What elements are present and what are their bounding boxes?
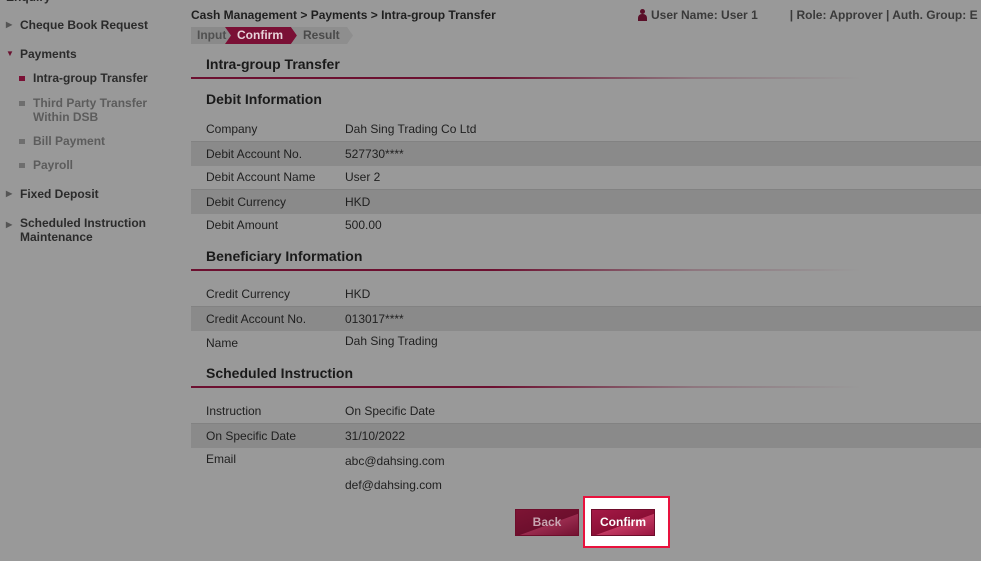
sidebar-nav: Enquiry ▶ Cheque Book Request ▼ Payments… — [0, 0, 185, 561]
table-row: Name Dah Sing Trading — [191, 330, 981, 354]
field-label: Debit Account No. — [206, 147, 303, 161]
section-divider — [191, 77, 861, 79]
user-icon — [637, 9, 648, 21]
field-value: Dah Sing Trading — [345, 334, 438, 348]
field-label: Debit Amount — [206, 218, 279, 232]
sidebar-item-payroll[interactable]: Payroll — [19, 158, 73, 172]
section-title-debit: Debit Information — [206, 91, 322, 107]
field-value: 31/10/2022 — [345, 429, 406, 443]
table-row: Instruction On Specific Date — [191, 399, 981, 423]
sidebar-item-intra-group-transfer[interactable]: Intra-group Transfer — [19, 71, 148, 85]
sidebar-item-label: Bill Payment — [33, 134, 106, 148]
table-row: Debit Currency HKD — [191, 189, 981, 214]
step-confirm: Confirm — [225, 27, 297, 44]
table-row: Credit Currency HKD — [191, 282, 981, 306]
page-title: Intra-group Transfer — [206, 56, 340, 72]
sidebar-item-label: Payments — [20, 47, 77, 61]
section-title-beneficiary: Beneficiary Information — [206, 248, 363, 264]
field-value: Dah Sing Trading Co Ltd — [345, 122, 477, 136]
back-button[interactable]: Back — [515, 509, 579, 536]
confirm-button[interactable]: Confirm — [591, 509, 655, 536]
table-row: Debit Account No. 527730**** — [191, 141, 981, 166]
field-label: Debit Account Name — [206, 170, 316, 184]
chevron-right-icon: ▶ — [6, 20, 13, 29]
field-value: User 2 — [345, 170, 381, 184]
user-info: User Name: User 1 | Role: Approver | Aut… — [637, 8, 978, 22]
label-line-2: Within DSB — [33, 110, 99, 124]
field-value: 527730**** — [345, 147, 404, 161]
sidebar-item-fixed-deposit[interactable]: ▶ Fixed Deposit — [6, 187, 99, 201]
field-label: Credit Currency — [206, 287, 291, 301]
bullet-icon — [19, 101, 25, 106]
field-label: Company — [206, 122, 258, 136]
sidebar-item-label: Fixed Deposit — [20, 187, 99, 201]
field-value: abc@dahsing.com — [345, 454, 445, 468]
bullet-icon — [19, 139, 25, 144]
field-label: Instruction — [206, 404, 262, 418]
sidebar-item-label: Third Party Transfer Within DSB — [33, 96, 147, 124]
sidebar-item-enquiry[interactable]: Enquiry — [6, 0, 51, 4]
sidebar-item-cheque-book-request[interactable]: ▶ Cheque Book Request — [6, 18, 148, 32]
step-input: Input — [191, 27, 231, 44]
field-label: Email — [206, 452, 237, 466]
sidebar-item-bill-payment[interactable]: Bill Payment — [19, 134, 105, 148]
bullet-icon — [19, 163, 25, 168]
sidebar-item-label: Payroll — [33, 158, 74, 172]
sidebar-item-payments[interactable]: ▼ Payments — [6, 47, 77, 61]
section-title-scheduled: Scheduled Instruction — [206, 365, 354, 381]
table-row: Debit Amount 500.00 — [191, 213, 981, 237]
label-line-2: Maintenance — [20, 230, 93, 244]
field-value: def@dahsing.com — [345, 478, 442, 492]
chevron-right-icon: ▶ — [6, 220, 13, 229]
field-label: Name — [206, 336, 239, 350]
field-value: 013017**** — [345, 312, 404, 326]
table-row: def@dahsing.com — [191, 471, 981, 495]
sidebar-item-label: Intra-group Transfer — [33, 71, 148, 85]
table-row: Credit Account No. 013017**** — [191, 306, 981, 331]
field-value: On Specific Date — [345, 404, 436, 418]
bullet-icon — [19, 76, 25, 81]
field-value: HKD — [345, 287, 371, 301]
chevron-down-icon: ▼ — [6, 49, 14, 58]
table-row: Company Dah Sing Trading Co Ltd — [191, 117, 981, 141]
breadcrumb: Cash Management > Payments > Intra-group… — [191, 8, 496, 22]
progress-steps: Input Confirm Result — [191, 27, 353, 44]
field-label: Debit Currency — [206, 195, 287, 209]
sidebar-item-label: Scheduled Instruction Maintenance — [20, 216, 146, 244]
table-row: On Specific Date 31/10/2022 — [191, 423, 981, 448]
section-divider — [191, 269, 861, 271]
step-result: Result — [291, 27, 353, 44]
table-row: Debit Account Name User 2 — [191, 165, 981, 189]
label-line-1: Third Party Transfer — [33, 96, 148, 110]
field-label: Credit Account No. — [206, 312, 307, 326]
field-label: On Specific Date — [206, 429, 297, 443]
user-name-value: User 1 — [721, 8, 758, 22]
user-name-label: User Name: — [651, 8, 718, 22]
sidebar-item-label: Cheque Book Request — [20, 18, 149, 32]
field-value: 500.00 — [345, 218, 382, 232]
label-line-1: Scheduled Instruction — [20, 216, 147, 230]
chevron-right-icon: ▶ — [6, 189, 13, 198]
sidebar-item-third-party-transfer[interactable]: Third Party Transfer Within DSB — [19, 96, 147, 124]
table-row: Email abc@dahsing.com — [191, 447, 981, 471]
section-divider — [191, 386, 861, 388]
role-info: | Role: Approver | Auth. Group: E — [789, 8, 978, 22]
field-value: HKD — [345, 195, 371, 209]
sidebar-item-scheduled-instruction-maintenance[interactable]: ▶ Scheduled Instruction Maintenance — [6, 216, 146, 244]
